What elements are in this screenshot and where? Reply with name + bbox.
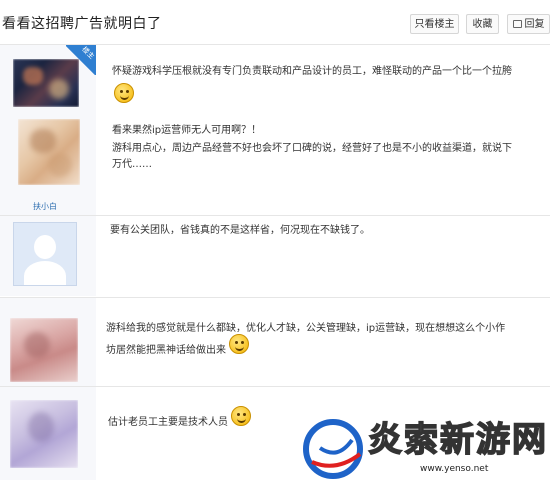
reply-button-label: 回复 <box>524 19 545 30</box>
reply-button[interactable]: 回复 <box>507 14 550 34</box>
smile-emoji-icon <box>114 82 134 103</box>
thread-title: 看看这招聘广告就明白了 <box>2 16 162 32</box>
avatar[interactable] <box>13 222 77 286</box>
watermark-brand: 炎索新游网 <box>367 419 548 461</box>
avatar[interactable] <box>13 59 79 107</box>
post-text-line: 估计老员工主要是技术人员 <box>108 417 228 428</box>
post-text-line: 要有公关团队，省钱真的不是这样省，何况现在不缺钱了。 <box>110 225 370 236</box>
default-avatar-icon <box>34 235 56 259</box>
post-text-line: 怀疑游戏科学压根就没有专门负责联动和产品设计的员工，难怪联动的产品一个比一个拉胯 <box>112 66 512 77</box>
avatar[interactable] <box>18 119 80 185</box>
username-link[interactable]: 扶小白 <box>33 201 57 212</box>
reply-icon <box>513 20 522 28</box>
watermark-url: www.yenso.net <box>420 464 489 474</box>
post-content: 游科给我的感觉就是什么都缺，优化人才缺，公关管理缺，ip运营缺，现在想想这么个小… <box>106 318 546 362</box>
avatar[interactable] <box>10 318 78 382</box>
watermark: 炎索新游网 www.yenso.net <box>302 418 550 480</box>
post-text-line: 游科用点心，周边产品经营不好也会坏了口碑的说，经营好了也是不小的收益渠道，就说下 <box>112 143 512 154</box>
post-text-line: 游科给我的感觉就是什么都缺，优化人才缺，公关管理缺，ip运营缺，现在想想这么个小… <box>106 323 506 334</box>
post-text-line: 坊居然能把黑神话给做出来 <box>106 345 226 356</box>
favorite-button[interactable]: 收藏 <box>466 14 499 34</box>
only-author-button[interactable]: 只看楼主 <box>410 14 459 34</box>
watermark-logo-icon <box>303 419 363 479</box>
post-op: 楼主 扶小白 怀疑游戏科学压根就没有专门负责联动和产品设计的员工，难怪联动的产品… <box>0 45 550 215</box>
thread-header: 看看这招聘广告就明白了 只看楼主 收藏 回复 <box>0 0 550 45</box>
smile-emoji-icon <box>229 334 250 354</box>
post-content: 要有公关团队，省钱真的不是这样省，何况现在不缺钱了。 <box>110 223 540 239</box>
smile-emoji-icon <box>231 406 252 426</box>
post-content: 怀疑游戏科学压根就没有专门负责联动和产品设计的员工，难怪联动的产品一个比一个拉胯 <box>112 64 542 80</box>
post: 要有公关团队，省钱真的不是这样省，何况现在不缺钱了。 <box>0 216 550 296</box>
post-text-line: 万代…… <box>112 159 152 170</box>
avatar[interactable] <box>10 400 78 468</box>
post-text-line: 看来果然ip运营师无人可用啊？！ <box>112 125 262 136</box>
post: 游科给我的感觉就是什么都缺，优化人才缺，公关管理缺，ip运营缺，现在想想这么个小… <box>0 298 550 393</box>
